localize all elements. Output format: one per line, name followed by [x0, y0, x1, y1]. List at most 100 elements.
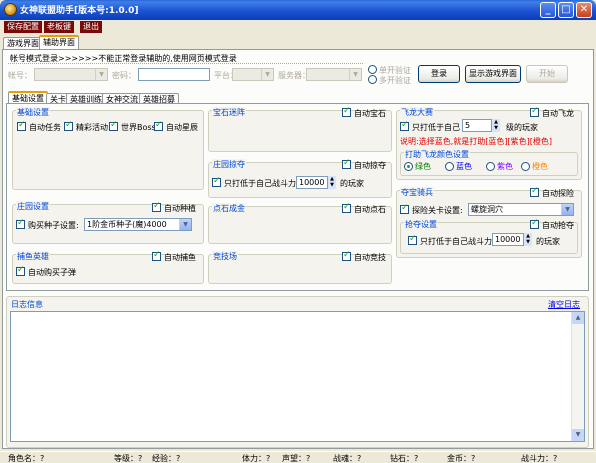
close-button[interactable]: ✕ [576, 2, 592, 18]
auto-gem-checkbox[interactable] [342, 106, 351, 117]
color-green-label: 绿色 [415, 162, 431, 171]
multi-verify-radio[interactable] [368, 75, 377, 84]
show-game-button[interactable]: 显示游戏界面 [465, 65, 521, 83]
plunder-power-spinner[interactable]: ▲ ▼ [327, 176, 336, 189]
explore-level-select[interactable]: 螺旋洞穴 ▼ [468, 203, 574, 216]
auto-bait-checkbox[interactable] [16, 265, 25, 276]
events-checkbox[interactable] [64, 120, 73, 131]
basic-group-title: 基础设置 [16, 107, 50, 118]
color-orange-radio[interactable] [521, 162, 530, 171]
world-boss-label: 世界Boss [121, 123, 156, 132]
rob-limit-checkbox[interactable] [408, 234, 417, 245]
stone-group-title: 点石成金 [212, 203, 246, 214]
dragon-level-value: 5 [465, 121, 471, 130]
plunder-suffix: 的玩家 [340, 179, 364, 188]
auto-dragon-checkbox[interactable] [530, 106, 539, 117]
window-title: 女神联盟助手[版本号:1.0.0] [20, 6, 139, 16]
rob-power-value: 10000 [495, 235, 521, 244]
status-stamina: 体力：? [242, 454, 271, 463]
log-textarea[interactable] [10, 311, 585, 442]
gem-group-title: 宝石迷阵 [212, 107, 246, 118]
auto-rob-checkbox[interactable] [530, 218, 539, 229]
status-soul: 战魂：? [333, 454, 362, 463]
app-icon [4, 3, 17, 16]
plunder-group-title: 庄园掠夺 [212, 159, 246, 170]
dragon-limit-checkbox[interactable] [400, 120, 409, 131]
auto-dragon-label: 自动飞龙 [542, 109, 574, 118]
auto-rob-label: 自动抢夺 [542, 221, 574, 230]
status-gold: 金币：? [447, 454, 476, 463]
color-purple-label: 紫色 [497, 162, 513, 171]
password-label: 密码： [112, 71, 136, 80]
dragon-note: 说明:选择蓝色,就是打助[蓝色][紫色][橙色] [400, 137, 552, 146]
auto-plunder-label: 自动掠夺 [354, 161, 386, 170]
rob-limit-label: 只打低于自己战斗力 [420, 237, 492, 246]
dragon-color-title: 打助飞龙颜色设置 [404, 149, 470, 160]
buy-seed-checkbox[interactable] [16, 218, 25, 229]
account-select[interactable]: ▼ [34, 68, 108, 81]
status-role: 角色名：? [8, 454, 45, 463]
explore-set-label: 探险关卡设置: [412, 206, 463, 215]
single-verify-radio[interactable] [368, 65, 377, 74]
seed-select[interactable]: 1阶金币种子(魔)4000 ▼ [84, 218, 192, 231]
maximize-button[interactable]: □ [558, 2, 574, 18]
color-green-radio[interactable] [404, 162, 413, 171]
plunder-power-value: 10000 [299, 178, 325, 187]
platform-select[interactable]: ▼ [232, 68, 274, 81]
fishing-group-title: 捕鱼英雄 [16, 251, 50, 262]
minimize-button[interactable]: _ [540, 2, 556, 18]
dragon-level-spinner[interactable]: ▲ ▼ [491, 119, 500, 132]
world-boss-checkbox[interactable] [109, 120, 118, 131]
dragon-group-title: 飞龙大赛 [400, 107, 434, 118]
auto-task-checkbox[interactable] [17, 120, 26, 131]
buy-seed-label: 购买种子设置: [28, 221, 79, 230]
auto-arena-checkbox[interactable] [342, 250, 351, 261]
menu-exit[interactable]: 退出 [80, 21, 102, 33]
menu-save-config[interactable]: 保存配置 [4, 21, 42, 33]
auto-star-checkbox[interactable] [154, 120, 163, 131]
auto-plant-checkbox[interactable] [152, 201, 161, 212]
auto-task-label: 自动任务 [29, 123, 61, 132]
auto-fish-label: 自动捕鱼 [164, 253, 196, 262]
explore-level-value: 螺旋洞穴 [471, 205, 503, 214]
plunder-limit-label: 只打低于自己战斗力 [224, 179, 296, 188]
color-purple-radio[interactable] [486, 162, 495, 171]
scroll-down-icon[interactable]: ▼ [572, 429, 584, 441]
tab-game-view[interactable]: 游戏界面 [3, 37, 43, 49]
explore-set-checkbox[interactable] [400, 203, 409, 214]
treasure-group-title: 夺宝骑兵 [400, 187, 434, 198]
auto-explore-label: 自动探险 [542, 189, 574, 198]
login-button[interactable]: 登录 [418, 65, 460, 83]
tab-assist-view[interactable]: 辅助界面 [39, 35, 79, 49]
auto-stone-checkbox[interactable] [342, 202, 351, 213]
start-button[interactable]: 开始 [526, 65, 568, 83]
dragon-limit-label: 只打低于自己 [412, 123, 460, 132]
auto-plunder-checkbox[interactable] [342, 158, 351, 169]
dragon-suffix: 级的玩家 [506, 123, 538, 132]
clear-log-link[interactable]: 清空日志 [548, 299, 580, 310]
auto-fish-checkbox[interactable] [152, 250, 161, 261]
status-power: 战斗力：? [521, 454, 558, 463]
server-select[interactable]: ▼ [306, 68, 362, 81]
status-level: 等级：? [114, 454, 143, 463]
log-scrollbar[interactable]: ▲ ▼ [571, 312, 584, 441]
arena-group-title: 竞技场 [212, 251, 238, 262]
status-fame: 声望：? [282, 454, 311, 463]
tab-basic-settings[interactable]: 基础设置 [8, 91, 48, 103]
color-orange-label: 橙色 [532, 162, 548, 171]
password-input[interactable] [138, 68, 210, 81]
auto-explore-checkbox[interactable] [530, 186, 539, 197]
auto-gem-label: 自动宝石 [354, 109, 386, 118]
events-label: 精彩活动 [76, 123, 108, 132]
plunder-limit-checkbox[interactable] [212, 176, 221, 187]
auto-arena-label: 自动竞技 [354, 253, 386, 262]
rob-power-spinner[interactable]: ▲ ▼ [523, 233, 532, 246]
auto-plant-label: 自动种植 [164, 204, 196, 213]
auto-bait-label: 自动购买子弹 [28, 268, 76, 277]
auto-stone-label: 自动点石 [354, 205, 386, 214]
color-blue-radio[interactable] [445, 162, 454, 171]
scroll-up-icon[interactable]: ▲ [572, 312, 584, 324]
menu-boss-key[interactable]: 老板键 [44, 21, 74, 33]
seed-select-value: 1阶金币种子(魔)4000 [87, 220, 167, 229]
log-title: 日志信息 [10, 299, 44, 310]
